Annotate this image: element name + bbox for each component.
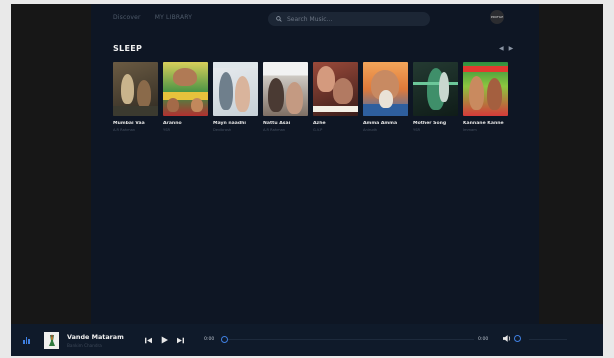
avatar-label: PROFILE — [490, 15, 504, 19]
time-elapsed: 0:00 — [204, 337, 215, 342]
now-playing-title: Vande Mataram — [67, 333, 124, 341]
album-card[interactable]: Mayn naadhi Devibrash — [213, 62, 258, 132]
seek-handle[interactable] — [221, 336, 228, 343]
album-carousel: Mumbai Vaa A.R Rahman Aranno YSR Mayn na… — [113, 62, 508, 132]
volume-handle[interactable] — [514, 335, 521, 342]
previous-icon[interactable] — [145, 337, 152, 344]
album-cover — [263, 62, 308, 116]
album-cover — [113, 62, 158, 116]
album-title: Nattu Asai — [263, 121, 291, 126]
album-cover — [213, 62, 258, 116]
album-title: Aranno — [163, 121, 182, 126]
time-total: 0:00 — [478, 337, 489, 342]
carousel-arrows: ◀ ▶ — [499, 46, 513, 52]
next-icon[interactable] — [177, 337, 184, 344]
album-cover — [413, 62, 458, 116]
volume-control — [503, 335, 521, 342]
right-margin — [539, 4, 603, 324]
album-artist: A.R Rahman — [113, 128, 136, 132]
album-title: Mayn naadhi — [213, 121, 246, 126]
album-title: Amma Amma — [363, 121, 398, 126]
prev-arrow-icon[interactable]: ◀ — [499, 46, 504, 52]
album-cover — [313, 62, 358, 116]
main-content: Discover MY LIBRARY PROFILE SLEEP ◀ ▶ Mu… — [91, 4, 539, 324]
album-artist: G.V.P — [313, 128, 323, 132]
now-playing-cover — [44, 332, 59, 349]
album-cover — [363, 62, 408, 116]
volume-slider[interactable] — [529, 339, 567, 340]
window-frame-right — [603, 0, 614, 358]
search-bar[interactable] — [268, 12, 430, 26]
album-artist: YSR — [413, 128, 420, 132]
album-card[interactable]: Aranno YSR — [163, 62, 208, 132]
album-cover — [163, 62, 208, 116]
album-title: Azhe — [313, 121, 326, 126]
album-card[interactable]: Kannane Kanne Immam — [463, 62, 508, 132]
section-title: SLEEP — [113, 44, 143, 53]
window-frame-left — [0, 0, 11, 358]
left-margin — [11, 4, 91, 324]
equalizer-icon[interactable] — [23, 337, 30, 344]
album-card[interactable]: Azhe G.V.P — [313, 62, 358, 132]
search-icon — [273, 16, 285, 22]
search-input[interactable] — [285, 15, 417, 23]
now-playing-artist: Bankim Chandra — [67, 343, 102, 348]
album-artist: Immam — [463, 128, 477, 132]
album-artist: YSR — [163, 128, 170, 132]
album-card[interactable]: Nattu Asai A.R Rahman — [263, 62, 308, 132]
profile-avatar[interactable]: PROFILE — [490, 10, 504, 24]
album-title: Kannane Kanne — [463, 121, 504, 126]
nav-my-library[interactable]: MY LIBRARY — [155, 14, 192, 21]
album-title: Mother Song — [413, 121, 447, 126]
album-card[interactable]: Mumbai Vaa A.R Rahman — [113, 62, 158, 132]
playback-controls — [145, 336, 184, 344]
album-card[interactable]: Amma Amma Anirudh — [363, 62, 408, 132]
player-bar: Vande Mataram Bankim Chandra 0:00 0:00 — [11, 324, 603, 356]
album-artist: Devibrash — [213, 128, 232, 132]
album-artist: Anirudh — [363, 128, 378, 132]
album-title: Mumbai Vaa — [113, 121, 145, 126]
next-arrow-icon[interactable]: ▶ — [509, 46, 514, 52]
album-cover — [463, 62, 508, 116]
seek-bar[interactable] — [221, 336, 474, 343]
album-card[interactable]: Mother Song YSR — [413, 62, 458, 132]
nav-discover[interactable]: Discover — [113, 14, 141, 21]
album-artist: A.R Rahman — [263, 128, 286, 132]
play-icon[interactable] — [161, 336, 168, 344]
top-nav: Discover MY LIBRARY — [113, 14, 192, 21]
volume-icon[interactable] — [503, 335, 511, 342]
